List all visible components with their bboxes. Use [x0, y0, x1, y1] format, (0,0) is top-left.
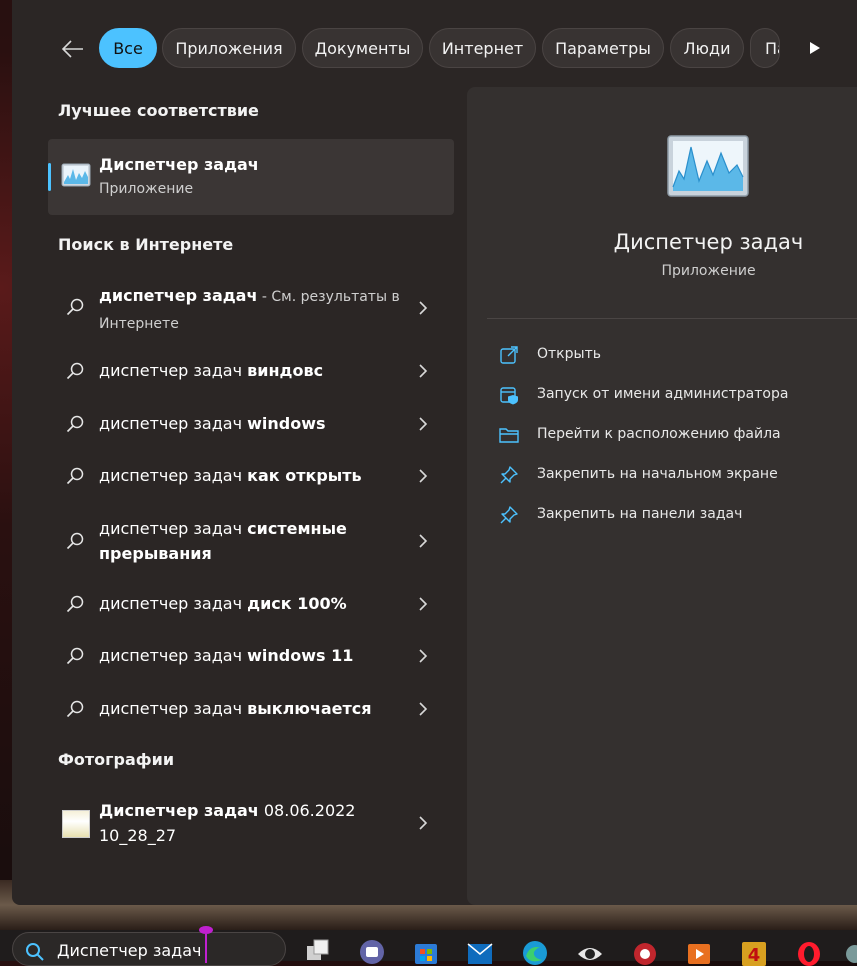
app-red-icon[interactable]: [630, 936, 660, 966]
pin-icon: [500, 466, 518, 484]
web-result-5[interactable]: диспетчер задач диск 100%: [48, 591, 454, 619]
search-icon: [66, 595, 84, 613]
search-icon: [66, 647, 84, 665]
web-result-text: диспетчер задач выключается: [99, 699, 372, 718]
open-external-icon: [500, 346, 518, 364]
web-result-1[interactable]: диспетчер задач виндовс: [48, 358, 454, 386]
web-result-text: диспетчер задач - См. результаты в Интер…: [99, 286, 400, 332]
chevron-right-icon: [419, 469, 428, 483]
web-result-6[interactable]: диспетчер задач windows 11: [48, 643, 454, 671]
search-icon: [66, 362, 84, 380]
details-app-name: Диспетчер задач: [613, 230, 804, 254]
filter-chip-all[interactable]: Все: [99, 28, 157, 68]
details-app-type: Приложение: [661, 263, 756, 279]
web-result-7[interactable]: диспетчер задач выключается: [48, 696, 454, 724]
web-result-text: диспетчер задач системные прерывания: [99, 519, 347, 563]
photo-thumbnail: [62, 810, 90, 838]
arrow-left-icon: [62, 40, 83, 58]
web-result-text: диспетчер задач как открыть: [99, 466, 362, 485]
more-filters-button[interactable]: [804, 36, 826, 60]
filter-chip-apps[interactable]: Приложения: [162, 28, 296, 68]
teams-icon[interactable]: [357, 936, 387, 966]
taskbar: 4: [0, 926, 857, 966]
back-button[interactable]: [58, 34, 88, 64]
task-manager-icon: [667, 135, 749, 197]
chevron-right-icon: [419, 597, 428, 611]
filter-chip-documents[interactable]: Документы: [302, 28, 423, 68]
web-result-2[interactable]: диспетчер задач windows: [48, 411, 454, 439]
media-icon[interactable]: [684, 936, 714, 966]
best-match-heading: Лучшее соответствие: [58, 101, 259, 120]
action-label: Закрепить на начальном экране: [537, 466, 778, 482]
search-icon: [66, 532, 84, 550]
action-label: Запуск от имени администратора: [537, 386, 789, 402]
chevron-right-icon: [419, 301, 428, 315]
filter-chip-people[interactable]: Люди: [670, 28, 744, 68]
web-result-text: диспетчер задач диск 100%: [99, 594, 347, 613]
task-view-icon[interactable]: [303, 936, 333, 966]
action-pin-to-taskbar[interactable]: Закрепить на панели задач: [499, 503, 839, 529]
svg-text:4: 4: [748, 945, 761, 966]
action-pin-to-start[interactable]: Закрепить на начальном экране: [499, 463, 839, 489]
text-cursor-icon: [199, 926, 213, 963]
opera-icon[interactable]: [794, 936, 824, 966]
best-match-type: Приложение: [99, 181, 194, 197]
action-run-as-admin[interactable]: Запуск от имени администратора: [499, 383, 839, 409]
chevron-right-icon: [419, 417, 428, 431]
details-pane: Диспетчер задач Приложение Открыть Запус…: [467, 87, 857, 905]
task-manager-icon: [61, 163, 91, 187]
search-icon: [66, 415, 84, 433]
app-4-icon[interactable]: 4: [739, 936, 769, 966]
photos-heading: Фотографии: [58, 750, 175, 769]
admin-shield-icon: [500, 387, 518, 405]
search-icon: [66, 298, 84, 316]
search-icon: [26, 943, 44, 961]
action-open[interactable]: Открыть: [499, 343, 839, 369]
search-input[interactable]: [57, 939, 277, 961]
web-result-text: диспетчер задач виндовс: [99, 361, 324, 380]
mail-icon[interactable]: [465, 936, 495, 966]
web-result-0[interactable]: диспетчер задач - См. результаты в Интер…: [48, 282, 454, 334]
web-result-3[interactable]: диспетчер задач как открыть: [48, 463, 454, 491]
photo-result-text: Диспетчер задач 08.06.2022 10_28_27: [99, 801, 356, 845]
search-icon: [66, 467, 84, 485]
search-panel: Все Приложения Документы Интернет Параме…: [12, 0, 857, 905]
photo-result[interactable]: Диспетчер задач 08.06.2022 10_28_27: [48, 797, 454, 849]
web-result-text: диспетчер задач windows: [99, 414, 326, 433]
app-extra-icon[interactable]: [845, 936, 857, 966]
chevron-right-icon: [419, 364, 428, 378]
play-right-icon: [810, 42, 820, 54]
search-icon: [66, 700, 84, 718]
folder-icon: [499, 428, 519, 443]
filter-bar: Все Приложения Документы Интернет Параме…: [12, 28, 857, 70]
chevron-right-icon: [419, 649, 428, 663]
divider: [487, 318, 857, 319]
app-eye-icon[interactable]: [575, 936, 605, 966]
action-open-file-location[interactable]: Перейти к расположению файла: [499, 423, 839, 449]
chevron-right-icon: [419, 702, 428, 716]
filter-chip-internet[interactable]: Интернет: [429, 28, 536, 68]
web-result-4[interactable]: диспетчер задач системные прерывания: [48, 516, 454, 568]
filter-chip-settings[interactable]: Параметры: [542, 28, 664, 68]
chevron-right-icon: [419, 816, 428, 830]
web-search-heading: Поиск в Интернете: [58, 235, 234, 254]
action-label: Открыть: [537, 346, 601, 362]
best-match-name: Диспетчер задач: [99, 155, 259, 174]
pin-icon: [500, 506, 518, 524]
web-result-text: диспетчер задач windows 11: [99, 646, 354, 665]
store-icon[interactable]: [411, 936, 441, 966]
edge-icon[interactable]: [520, 936, 550, 966]
selection-indicator: [48, 163, 51, 191]
action-label: Перейти к расположению файла: [537, 426, 781, 442]
chevron-right-icon: [419, 534, 428, 548]
best-match-item[interactable]: Диспетчер задач Приложение: [48, 139, 454, 215]
action-label: Закрепить на панели задач: [537, 506, 743, 522]
filter-chip-truncated[interactable]: Па: [750, 28, 780, 68]
